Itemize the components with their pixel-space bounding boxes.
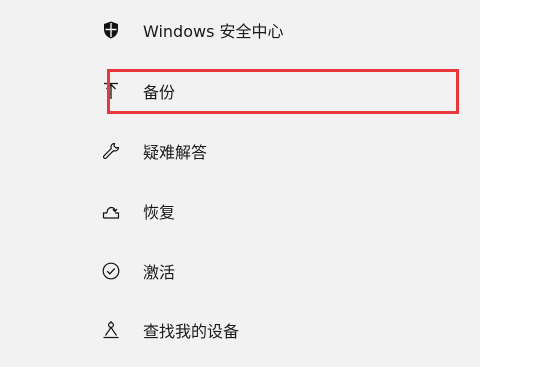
nav-item-activation[interactable]: 激活 [0,241,480,301]
nav-item-label: 激活 [143,263,176,282]
nav-item-find-my-device[interactable]: 查找我的设备 [0,300,480,360]
wrench-icon [100,140,122,162]
nav-item-recovery[interactable]: 恢复 [0,181,480,241]
check-circle-icon [100,260,122,282]
nav-item-troubleshoot[interactable]: 疑难解答 [0,121,480,181]
nav-item-label: Windows 安全中心 [143,22,284,41]
nav-item-label: 疑难解答 [143,143,208,162]
settings-nav-panel: Windows 安全中心 备份 疑难解答 恢复 激活 查找我的设备 [0,0,480,367]
nav-item-label: 恢复 [143,203,176,222]
shield-icon [100,19,122,41]
find-device-icon [100,319,122,341]
nav-item-windows-security[interactable]: Windows 安全中心 [0,0,480,60]
nav-item-label: 备份 [143,83,176,102]
backup-arrow-icon [100,80,122,102]
nav-item-label: 查找我的设备 [143,322,240,341]
recovery-icon [100,200,122,222]
nav-item-backup[interactable]: 备份 [0,61,480,121]
